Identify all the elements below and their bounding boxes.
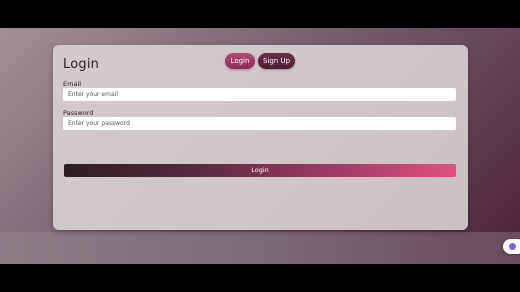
login-card: Login Login Sign Up Email Password Login [53, 45, 468, 230]
background-strip [0, 232, 520, 264]
email-field[interactable] [63, 88, 456, 101]
floating-widget-button[interactable] [503, 239, 520, 254]
chat-bubble-icon [509, 243, 516, 250]
login-submit-button[interactable]: Login [64, 164, 456, 177]
email-label: Email [63, 80, 82, 88]
app-viewport: Login Login Sign Up Email Password Login [0, 28, 520, 264]
login-toggle-button[interactable]: Login [225, 53, 255, 69]
signup-toggle-button[interactable]: Sign Up [258, 53, 295, 69]
password-field[interactable] [63, 117, 456, 130]
password-label: Password [63, 109, 94, 117]
card-title: Login [63, 57, 100, 72]
